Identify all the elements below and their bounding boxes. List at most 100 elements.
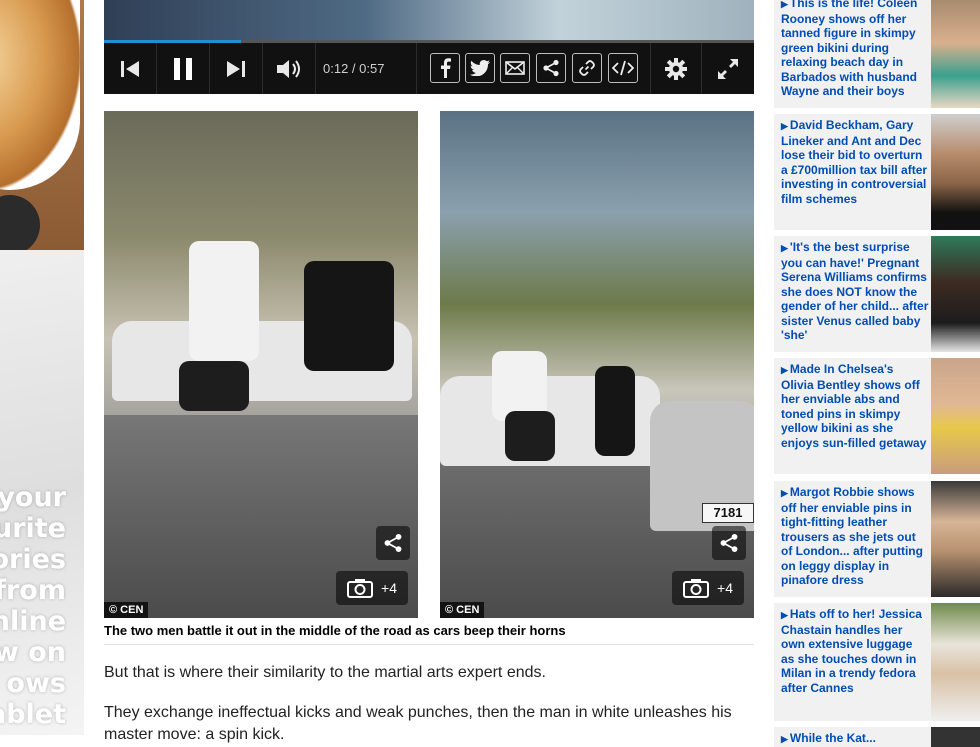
news-thumbnail[interactable] bbox=[931, 114, 980, 230]
camera-icon bbox=[347, 579, 374, 598]
settings-icon bbox=[665, 57, 687, 80]
share-icon bbox=[720, 534, 738, 552]
news-headline-text: Margot Robbie shows off her enviable pin… bbox=[781, 485, 923, 587]
email-icon bbox=[505, 61, 525, 75]
arrow-right-icon: ▶ bbox=[781, 0, 788, 9]
photo-person-white bbox=[189, 241, 259, 361]
skip-back-icon bbox=[121, 60, 139, 77]
news-thumbnail[interactable] bbox=[931, 603, 980, 721]
photo-credit: © CEN bbox=[104, 602, 149, 618]
sidebar-news-item[interactable]: ▶ David Beckham, Gary Lineker and Ant and… bbox=[774, 114, 980, 230]
sidebar-news-item[interactable]: ▶ 'It's the best surprise you can have!' … bbox=[774, 236, 980, 352]
gallery-count: +4 bbox=[381, 580, 397, 596]
link-icon bbox=[579, 60, 595, 76]
pause-icon bbox=[174, 57, 192, 80]
news-headline[interactable]: ▶ David Beckham, Gary Lineker and Ant and… bbox=[781, 118, 929, 206]
license-plate: 7181 bbox=[702, 503, 754, 523]
ad-promo-line: nline bbox=[0, 606, 66, 637]
share-button[interactable] bbox=[536, 53, 566, 83]
news-headline-text: Made In Chelsea's Olivia Bentley shows o… bbox=[781, 362, 927, 450]
left-promo-ad[interactable]: your urite ories from nline w on ows abl… bbox=[0, 0, 84, 735]
saucer-image bbox=[0, 195, 40, 255]
article-photo[interactable]: +4 © CEN bbox=[104, 111, 418, 618]
news-thumbnail[interactable] bbox=[931, 358, 980, 474]
photo-share-button[interactable] bbox=[712, 526, 746, 560]
facebook-share-button[interactable] bbox=[430, 53, 460, 83]
news-headline[interactable]: ▶ This is the life! Coleen Rooney shows o… bbox=[781, 0, 929, 99]
article-paragraph: But that is where their similarity to th… bbox=[104, 664, 546, 681]
arrow-right-icon: ▶ bbox=[781, 121, 788, 131]
skip-forward-icon bbox=[227, 60, 245, 77]
arrow-right-icon: ▶ bbox=[781, 488, 788, 498]
sidebar-news-item[interactable]: ▶ While the Kat... bbox=[774, 727, 980, 747]
video-time: 0:12 / 0:57 bbox=[323, 43, 384, 94]
arrow-right-icon: ▶ bbox=[781, 610, 788, 620]
ad-promo-line: ablet bbox=[0, 699, 66, 730]
ad-promo-text: your urite ories from nline w on ows abl… bbox=[0, 482, 66, 730]
video-controls: 0:12 / 0:57 bbox=[104, 43, 754, 94]
sidebar-news-item[interactable]: ▶ Hats off to her! Jessica Chastain handl… bbox=[774, 603, 980, 721]
ad-promo-line: w on bbox=[0, 637, 66, 668]
photo-person-black bbox=[304, 261, 394, 371]
skip-back-button[interactable] bbox=[104, 43, 156, 94]
news-headline[interactable]: ▶ Made In Chelsea's Olivia Bentley shows … bbox=[781, 362, 929, 450]
ad-promo-line: ories bbox=[0, 544, 66, 575]
ad-promo-line: urite bbox=[0, 513, 66, 544]
ad-promo-line: ows bbox=[6, 668, 66, 699]
skip-forward-button[interactable] bbox=[210, 43, 262, 94]
pause-button[interactable] bbox=[157, 43, 209, 94]
facebook-icon bbox=[441, 58, 451, 78]
related-news-sidebar: ▶ This is the life! Coleen Rooney shows o… bbox=[774, 0, 980, 747]
coffee-cup-image bbox=[0, 0, 80, 190]
photo-gallery-button[interactable]: +4 bbox=[672, 571, 744, 605]
time-total: 0:57 bbox=[359, 61, 385, 76]
arrow-right-icon: ▶ bbox=[781, 243, 788, 253]
photo-share-button[interactable] bbox=[376, 526, 410, 560]
fullscreen-icon bbox=[718, 58, 738, 79]
video-frame[interactable] bbox=[104, 0, 754, 42]
copy-link-button[interactable] bbox=[572, 53, 602, 83]
camera-icon bbox=[683, 579, 710, 598]
news-headline[interactable]: ▶ Hats off to her! Jessica Chastain handl… bbox=[781, 607, 929, 695]
ad-promo-line: from bbox=[0, 575, 66, 606]
embed-icon bbox=[612, 60, 634, 76]
article-paragraph: They exchange ineffectual kicks and weak… bbox=[104, 704, 732, 743]
article-main: 0:12 / 0:57 +4 © CEN 7181 +4 © CEN The t… bbox=[104, 0, 754, 743]
fullscreen-button[interactable] bbox=[702, 43, 754, 94]
time-separator: / bbox=[348, 61, 360, 76]
sidebar-news-item[interactable]: ▶ This is the life! Coleen Rooney shows o… bbox=[774, 0, 980, 108]
news-thumbnail[interactable] bbox=[931, 0, 980, 108]
sidebar-news-item[interactable]: ▶ Margot Robbie shows off her enviable pi… bbox=[774, 481, 980, 597]
arrow-right-icon: ▶ bbox=[781, 734, 788, 744]
news-headline[interactable]: ▶ While the Kat... bbox=[781, 731, 929, 747]
email-share-button[interactable] bbox=[500, 53, 530, 83]
photo-person-white-shorts bbox=[505, 411, 555, 461]
news-headline-text: This is the life! Coleen Rooney shows of… bbox=[781, 0, 918, 98]
news-headline-text: Hats off to her! Jessica Chastain handle… bbox=[781, 607, 922, 695]
news-headline-text: David Beckham, Gary Lineker and Ant and … bbox=[781, 118, 928, 206]
gallery-count: +4 bbox=[717, 580, 733, 596]
photo-person-white-shorts bbox=[179, 361, 249, 411]
news-headline-text: While the Kat... bbox=[789, 731, 876, 745]
photo-caption: The two men battle it out in the middle … bbox=[104, 623, 754, 645]
twitter-share-button[interactable] bbox=[465, 53, 495, 83]
arrow-right-icon: ▶ bbox=[781, 365, 788, 375]
news-headline[interactable]: ▶ 'It's the best surprise you can have!' … bbox=[781, 240, 929, 343]
sidebar-news-item[interactable]: ▶ Made In Chelsea's Olivia Bentley shows … bbox=[774, 358, 980, 474]
twitter-icon bbox=[470, 60, 490, 76]
settings-button[interactable] bbox=[651, 43, 701, 94]
time-current: 0:12 bbox=[323, 61, 349, 76]
share-icon bbox=[384, 534, 402, 552]
news-headline[interactable]: ▶ Margot Robbie shows off her enviable pi… bbox=[781, 485, 929, 588]
embed-button[interactable] bbox=[608, 53, 638, 83]
photo-gallery-button[interactable]: +4 bbox=[336, 571, 408, 605]
volume-button[interactable] bbox=[263, 43, 315, 94]
volume-icon bbox=[277, 59, 300, 78]
article-photo[interactable]: 7181 +4 © CEN bbox=[440, 111, 754, 618]
news-thumbnail[interactable] bbox=[931, 236, 980, 352]
photo-credit: © CEN bbox=[440, 602, 485, 618]
news-thumbnail[interactable] bbox=[931, 727, 980, 747]
news-thumbnail[interactable] bbox=[931, 481, 980, 597]
share-icon bbox=[543, 59, 559, 77]
news-headline-text: 'It's the best surprise you can have!' P… bbox=[781, 240, 929, 342]
